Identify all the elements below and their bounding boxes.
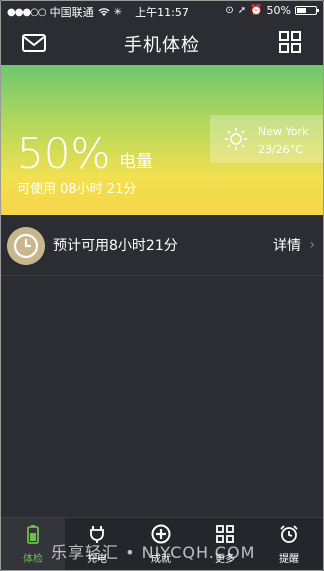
- alarm-icon: [280, 525, 298, 543]
- watermark-text: 乐享轻汇 • NIYCQH.COM: [51, 543, 256, 562]
- battery-fill: [297, 8, 306, 13]
- sun-icon: [225, 128, 247, 150]
- detail-link[interactable]: 详情: [273, 235, 301, 255]
- weather-temp: 23/26°C: [258, 143, 303, 156]
- orientation-lock-icon: ⊙: [225, 5, 234, 16]
- clock-icon: [7, 227, 45, 265]
- tab-reminder[interactable]: 提醒: [257, 518, 321, 570]
- status-right: ⊙ ➚ ⏰ 50%: [225, 4, 319, 17]
- battery-percent: 50%: [266, 4, 291, 17]
- estimate-text: 预计可用8小时21分: [53, 238, 178, 254]
- status-bar: ●●●○○ 中国联通 ✳ 上午11:57 ⊙ ➚ ⏰ 50%: [1, 1, 323, 21]
- location-icon: ➚: [237, 5, 247, 16]
- tab-label: 提醒: [279, 554, 299, 565]
- weather-widget[interactable]: New York 23/26°C: [210, 115, 323, 163]
- header: 手机体检: [1, 21, 323, 65]
- battery-status-icon: [295, 6, 319, 15]
- alarm-status-icon: ⏰: [250, 5, 263, 16]
- battery-icon: [27, 525, 39, 544]
- battery-label: 电量: [119, 152, 153, 172]
- chevron-right-icon: ›: [309, 237, 315, 253]
- remaining-time: 可使用 08小时 21分: [17, 182, 137, 197]
- battery-banner: New York 23/26°C 50% 电量 可使用 08小时 21分: [1, 65, 323, 215]
- page-title: 手机体检: [124, 35, 200, 56]
- grid-icon[interactable]: [279, 31, 301, 53]
- weather-city: New York: [258, 125, 309, 138]
- phone-screen: ●●●○○ 中国联通 ✳ 上午11:57 ⊙ ➚ ⏰ 50% 手机体检 New …: [0, 0, 324, 571]
- battery-percent-large: 50%: [17, 129, 111, 178]
- estimate-row[interactable]: 预计可用8小时21分 详情 ›: [1, 215, 323, 276]
